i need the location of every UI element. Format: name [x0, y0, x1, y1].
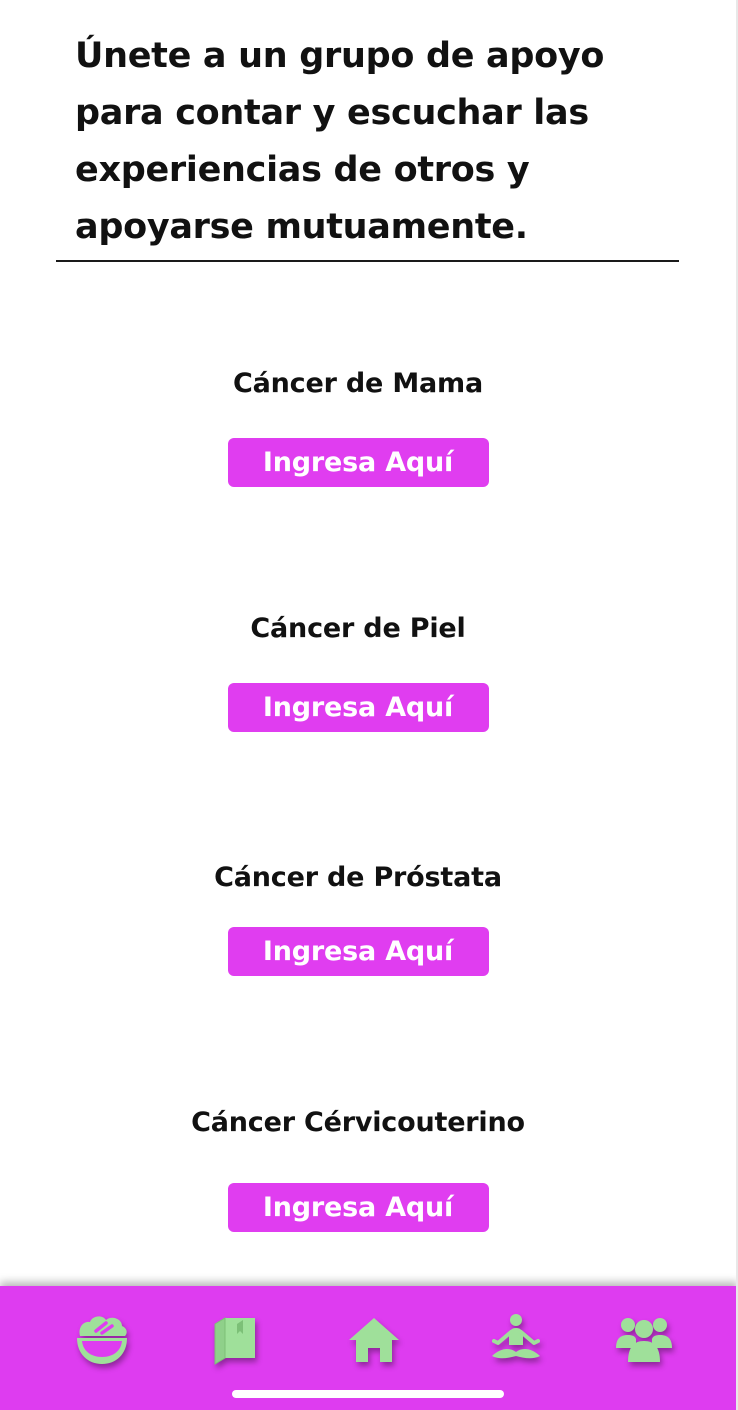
book-icon [214, 1317, 255, 1365]
nav-item-home[interactable] [342, 1308, 406, 1372]
group-title: Cáncer de Próstata [214, 862, 502, 893]
meditation-icon [492, 1314, 540, 1359]
divider [56, 260, 679, 262]
group-cervical-cancer: Cáncer Cérvicouterino Ingresa Aquí [0, 1103, 716, 1232]
nav-item-nutrition[interactable] [70, 1308, 134, 1372]
group-title: Cáncer de Piel [250, 613, 466, 644]
nav-item-library[interactable] [203, 1308, 267, 1372]
group-title: Cáncer de Mama [233, 368, 483, 399]
join-cervical-cancer-button[interactable]: Ingresa Aquí [227, 1183, 489, 1232]
group-prostate-cancer: Cáncer de Próstata Ingresa Aquí [0, 858, 716, 976]
support-groups-screen: Únete a un grupo de apoyo para contar y … [0, 0, 738, 1410]
group-title: Cáncer Cérvicouterino [191, 1107, 525, 1138]
join-breast-cancer-button[interactable]: Ingresa Aquí [227, 438, 489, 487]
intro-text: Únete a un grupo de apoyo para contar y … [75, 36, 605, 247]
group-skin-cancer: Cáncer de Piel Ingresa Aquí [0, 609, 716, 732]
home-icon [349, 1318, 399, 1362]
bottom-navigation [0, 1286, 736, 1410]
join-prostate-cancer-button[interactable]: Ingresa Aquí [227, 927, 489, 976]
nav-item-support-groups[interactable] [612, 1308, 676, 1372]
group-breast-cancer: Cáncer de Mama Ingresa Aquí [0, 364, 716, 487]
home-indicator[interactable] [232, 1390, 504, 1398]
join-skin-cancer-button[interactable]: Ingresa Aquí [227, 683, 489, 732]
nav-item-meditation[interactable] [484, 1308, 548, 1372]
group-icon [616, 1318, 672, 1362]
salad-bowl-icon [77, 1316, 127, 1364]
